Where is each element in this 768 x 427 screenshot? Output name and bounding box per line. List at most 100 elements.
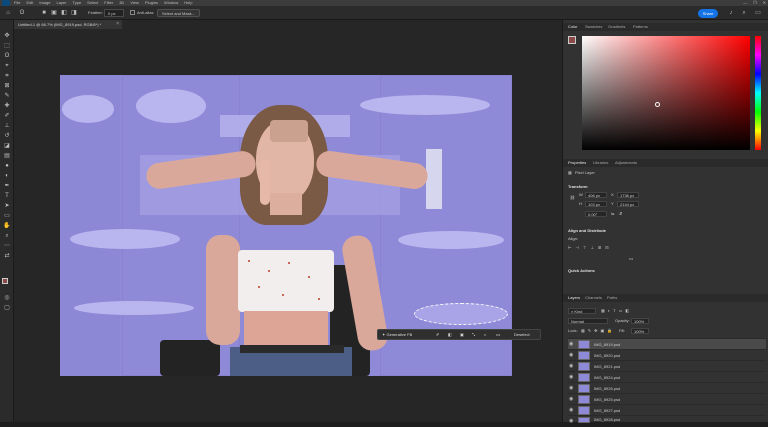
type-tool-icon[interactable]: T [3, 192, 11, 200]
eyedropper-tool-icon[interactable]: ✎ [3, 92, 11, 100]
blend-mode-select[interactable]: Normal [568, 318, 608, 324]
rectangle-tool-icon[interactable]: ▭ [3, 212, 11, 220]
color-swatches[interactable] [2, 278, 12, 290]
quick-actions-title[interactable]: Quick Actions [568, 268, 595, 274]
opacity-field[interactable]: 100% [631, 318, 649, 324]
tab-paths[interactable]: Paths [607, 294, 617, 302]
new-selection-icon[interactable]: ■ [40, 9, 48, 17]
x-field[interactable]: 1736 px [617, 192, 639, 198]
transform-section-title[interactable]: Transform [568, 184, 588, 190]
width-field[interactable]: 406 px [585, 192, 607, 198]
transform-icon[interactable]: ⤡ [472, 330, 475, 339]
lock-icons[interactable]: ▦✎✥▣🔒 [581, 328, 615, 334]
flip-vertical-icon[interactable]: ⇵ [619, 211, 622, 217]
anti-alias-label: Anti-alias [137, 10, 154, 15]
bell-icon[interactable]: ♪ [727, 9, 735, 17]
canvas-area[interactable] [14, 29, 562, 422]
feather-input[interactable]: 0 px [104, 9, 124, 17]
hand-tool-icon[interactable]: ✋ [3, 222, 11, 230]
height-field[interactable]: 103 px [585, 201, 607, 207]
deselect-button[interactable]: Deselect [514, 330, 530, 339]
brush-tool-icon[interactable]: ✐ [3, 112, 11, 120]
angle-field[interactable]: 0.00° [585, 211, 607, 217]
more-tools-icon[interactable]: ⋯ [3, 242, 11, 250]
dodge-tool-icon[interactable]: ◐ [3, 172, 11, 180]
layer-thumbnail [578, 340, 590, 349]
fill-field[interactable]: 100% [631, 328, 649, 334]
share-button[interactable]: Share [698, 9, 718, 18]
lasso-tool-icon[interactable]: ʘ [3, 52, 11, 60]
align-label: Align: [568, 236, 579, 241]
layer-row[interactable]: ◉ IMG_8924.psd [568, 371, 766, 382]
subtract-selection-icon[interactable]: ◧ [60, 9, 68, 17]
brush-icon[interactable]: ✐ [436, 330, 439, 339]
generative-fill-button[interactable]: ✦ Generative Fill [382, 330, 412, 339]
marquee-tool-icon[interactable]: ⬚ [3, 42, 11, 50]
color-picker-cursor[interactable] [655, 102, 660, 107]
edit-toolbar-icon[interactable]: ⇄ [3, 252, 11, 260]
tab-libraries[interactable]: Libraries [593, 159, 608, 167]
select-and-mask-button[interactable]: Select and Mask... [157, 9, 200, 17]
align-section-title[interactable]: Align and Distribute [568, 228, 606, 234]
layer-row[interactable]: ◉ IMG_8925.psd [568, 393, 766, 404]
frame-tool-icon[interactable]: ⊠ [3, 82, 11, 90]
layer-row[interactable]: ◉ IMG_8919.psd [568, 338, 766, 349]
pen-tool-icon[interactable]: ✒ [3, 182, 11, 190]
tab-channels[interactable]: Channels [585, 294, 602, 302]
healing-brush-tool-icon[interactable]: ✚ [3, 102, 11, 110]
history-brush-tool-icon[interactable]: ↺ [3, 132, 11, 140]
layer-row[interactable]: ◉ IMG_8927.psd [568, 404, 766, 415]
layer-filter-icons[interactable]: ▦◐T▭◧ [601, 308, 632, 314]
tab-color[interactable]: Color [568, 23, 578, 31]
clone-stamp-tool-icon[interactable]: ⊥ [3, 122, 11, 130]
tab-gradients[interactable]: Gradients [608, 23, 625, 31]
color-picker-field[interactable] [582, 36, 750, 150]
dot [288, 262, 290, 264]
y-field[interactable]: 2144 px [617, 201, 639, 207]
screen-mode-icon[interactable]: ▢ [3, 304, 11, 312]
home-icon[interactable]: ⌂ [4, 9, 12, 17]
document-tab[interactable]: Untitled-1 @ 66.7% (IMG_8919.psd, RGB/8*… [14, 20, 122, 29]
tab-adjustments[interactable]: Adjustments [615, 159, 637, 167]
zoom-tool-icon[interactable]: ⌕ [3, 232, 11, 240]
workspace-icon[interactable]: ▭ [754, 9, 762, 17]
tab-properties[interactable]: Properties [568, 159, 586, 167]
tab-swatches[interactable]: Swatches [585, 23, 602, 31]
move-tool-icon[interactable]: ✥ [3, 32, 11, 40]
document-tab-title: Untitled-1 @ 66.7% (IMG_8919.psd, RGB/8*… [18, 22, 102, 27]
object-select-tool-icon[interactable]: ⌖ [3, 62, 11, 70]
gradient-tool-icon[interactable]: ▤ [3, 152, 11, 160]
add-selection-icon[interactable]: ▣ [50, 9, 58, 17]
quick-mask-icon[interactable]: ◎ [3, 294, 11, 302]
layer-row[interactable]: ◉ IMG_8920.psd [568, 349, 766, 360]
intersect-selection-icon[interactable]: ◨ [70, 9, 78, 17]
layer-thumbnail [578, 362, 590, 371]
blur-tool-icon[interactable]: ● [3, 162, 11, 170]
layer-kind-filter[interactable]: ⌕ Kind [568, 308, 596, 314]
layer-row[interactable]: ◉ IMG_8926.psd [568, 382, 766, 393]
foreground-color-swatch[interactable] [2, 278, 8, 284]
more-options-icon[interactable]: ••• [496, 330, 500, 339]
hue-slider[interactable] [755, 36, 761, 150]
layer-row[interactable]: ◉ IMG_8928.psd [568, 415, 766, 424]
link-dimensions-icon[interactable]: ⛓ [570, 195, 575, 201]
finger [260, 159, 270, 205]
crop-tool-icon[interactable]: ⌗ [3, 72, 11, 80]
tab-layers[interactable]: Layers [568, 294, 580, 302]
layer-row[interactable]: ◉ IMG_8921.psd [568, 360, 766, 371]
lasso-tool-preset-icon[interactable]: ʘ [18, 9, 26, 17]
close-tab-icon[interactable]: × [116, 20, 119, 29]
mask-icon[interactable]: ◧ [448, 330, 452, 339]
path-select-tool-icon[interactable]: ➤ [3, 202, 11, 210]
anti-alias-checkbox[interactable]: Anti-alias [130, 9, 153, 17]
fill-icon[interactable]: ◐ [484, 330, 486, 339]
invert-selection-icon[interactable]: ▣ [460, 330, 464, 339]
search-icon[interactable]: ⌕ [740, 9, 748, 17]
selection-marquee[interactable] [414, 303, 508, 325]
tab-patterns[interactable]: Patterns [633, 23, 648, 31]
color-panel-foreground-swatch[interactable] [568, 36, 576, 44]
eraser-tool-icon[interactable]: ◪ [3, 142, 11, 150]
flip-horizontal-icon[interactable]: ⇋ [611, 211, 614, 217]
align-buttons[interactable]: ⊢⊣⊤⊥⊞⊟ [568, 245, 613, 251]
align-more-dots[interactable]: ••• [629, 256, 633, 262]
